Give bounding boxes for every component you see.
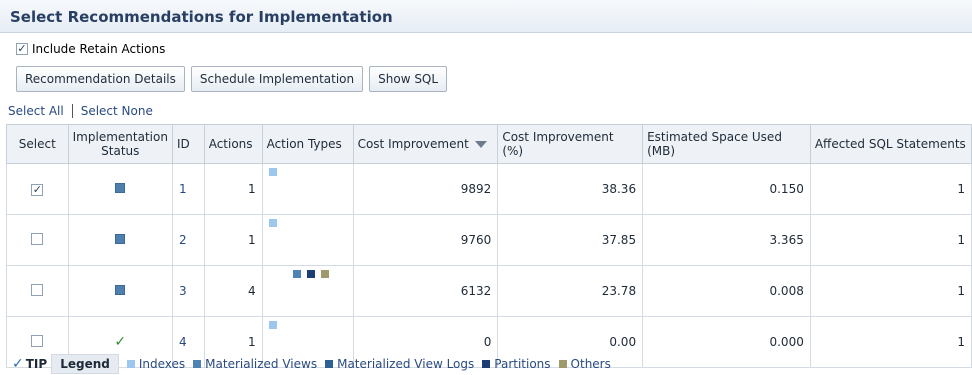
legend-item-label: Materialized View Logs	[337, 357, 475, 371]
cost-pct-cell: 37.85	[497, 214, 644, 266]
cost-cell: 9760	[352, 214, 499, 266]
cost-cell: 9892	[352, 163, 499, 215]
toolbar: Recommendation Details Schedule Implemen…	[16, 66, 448, 92]
mat_views-swatch-icon	[193, 360, 202, 368]
id-cell[interactable]: 3	[171, 265, 205, 317]
legend-bar: ✓ TIP Legend Indexes Materialized Views Ma…	[12, 354, 619, 374]
recommendation-id-link[interactable]: 3	[179, 284, 187, 298]
others-type-icon	[320, 270, 329, 278]
actions-cell: 1	[203, 163, 263, 215]
table-row: 3 4 6132 23.78 0.008 1	[6, 265, 972, 317]
action-types-cell	[261, 163, 354, 215]
row-select-checkbox[interactable]	[31, 283, 44, 296]
legend-item-label: Partitions	[494, 357, 551, 371]
tip-label: TIP	[25, 357, 48, 371]
sort-descending-icon[interactable]	[474, 141, 487, 148]
indexes-type-icon	[268, 168, 277, 176]
cost-cell: 6132	[352, 265, 499, 317]
tip-check-icon: ✓	[12, 356, 24, 372]
row-select-checkbox[interactable]	[31, 334, 44, 347]
implemented-check-icon: ✓	[114, 334, 127, 350]
cost-pct-cell: 23.78	[497, 265, 644, 317]
cost-pct-cell: 38.36	[497, 163, 644, 215]
partitions-type-icon	[306, 270, 315, 278]
include-retain-actions-label: Include Retain Actions	[32, 42, 166, 56]
legend-item-partitions: Partitions	[482, 357, 551, 371]
recommendations-table: Select Implementation Status ID Actions …	[6, 124, 972, 368]
legend-item-label: Indexes	[138, 357, 186, 371]
indexes-swatch-icon	[126, 360, 135, 368]
col-header-cost[interactable]: Cost Improvement	[352, 124, 499, 164]
col-header-space: Estimated Space Used (MB)	[642, 124, 811, 164]
col-header-cost-pct: Cost Improvement (%)	[497, 124, 644, 164]
pending-status-icon	[115, 285, 126, 295]
recommendation-id-link[interactable]: 1	[179, 182, 187, 196]
include-retain-actions[interactable]: Include Retain Actions	[16, 42, 165, 56]
legend-item-label: Materialized Views	[205, 357, 318, 371]
actions-cell: 4	[203, 265, 263, 317]
indexes-type-icon	[268, 321, 277, 329]
col-header-id: ID	[171, 124, 205, 164]
others-swatch-icon	[558, 360, 567, 368]
selection-links: Select All Select None	[8, 104, 153, 118]
legend-label: Legend	[51, 354, 119, 374]
page-title: Select Recommendations for Implementatio…	[10, 8, 393, 26]
mat_views-type-icon	[292, 270, 301, 278]
actions-cell: 1	[203, 214, 263, 266]
mv_logs-swatch-icon	[325, 360, 334, 368]
col-header-affected: Affected SQL Statements	[809, 124, 972, 164]
include-retain-actions-checkbox[interactable]	[16, 43, 28, 55]
id-cell[interactable]: 2	[171, 214, 205, 266]
action-types-cell	[261, 214, 354, 266]
table-row: 2 1 9760 37.85 3.365 1	[6, 214, 972, 266]
affected-cell: 1	[809, 163, 972, 215]
partitions-swatch-icon	[482, 360, 491, 368]
id-cell[interactable]: 1	[171, 163, 205, 215]
select-cell[interactable]	[6, 214, 69, 266]
status-cell	[67, 163, 173, 215]
col-header-select: Select	[6, 124, 69, 164]
affected-cell: 1	[809, 316, 972, 368]
space-cell: 0.000	[642, 316, 811, 368]
status-cell	[67, 265, 173, 317]
indexes-type-icon	[268, 219, 277, 227]
select-cell[interactable]	[6, 163, 69, 215]
row-select-checkbox[interactable]	[31, 184, 44, 196]
page-header: Select Recommendations for Implementatio…	[0, 0, 972, 33]
affected-cell: 1	[809, 214, 972, 266]
legend-item-mat_views: Materialized Views	[193, 357, 317, 371]
space-cell: 3.365	[642, 214, 811, 266]
select-cell[interactable]	[6, 265, 69, 317]
col-header-cost-label: Cost Improvement	[357, 137, 469, 151]
table-row: 11989238.360.1501	[6, 163, 972, 215]
col-header-action-types: Action Types	[261, 124, 354, 164]
legend-item-label: Others	[570, 357, 611, 371]
row-select-checkbox[interactable]	[31, 232, 44, 245]
status-cell	[67, 214, 173, 266]
select-none-link[interactable]: Select None	[81, 104, 153, 118]
action-types-cell	[261, 265, 354, 317]
col-header-status: Implementation Status	[67, 124, 173, 164]
link-separator	[71, 104, 73, 118]
table-header-row: Select Implementation Status ID Actions …	[6, 124, 972, 164]
space-cell: 0.008	[642, 265, 811, 317]
recommendation-details-button[interactable]: Recommendation Details	[16, 66, 185, 92]
pending-status-icon	[115, 234, 126, 244]
show-sql-button[interactable]: Show SQL	[369, 66, 448, 92]
legend-item-others: Others	[558, 357, 611, 371]
legend-item-indexes: Indexes	[126, 357, 186, 371]
recommendation-id-link[interactable]: 2	[179, 233, 187, 247]
legend-item-mv_logs: Materialized View Logs	[325, 357, 474, 371]
col-header-actions: Actions	[203, 124, 263, 164]
schedule-implementation-button[interactable]: Schedule Implementation	[190, 66, 364, 92]
affected-cell: 1	[809, 265, 972, 317]
pending-status-icon	[115, 183, 126, 193]
select-all-link[interactable]: Select All	[8, 104, 64, 118]
space-cell: 0.150	[642, 163, 811, 215]
recommendation-id-link[interactable]: 4	[179, 335, 187, 349]
